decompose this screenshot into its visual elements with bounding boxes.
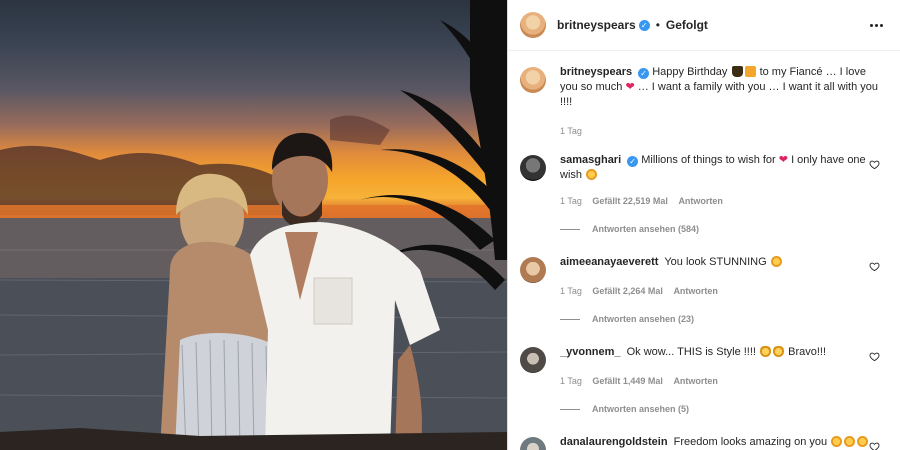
like-heart-icon[interactable] xyxy=(869,441,880,450)
like-heart-icon[interactable] xyxy=(869,261,880,272)
caption-username[interactable]: britneyspears xyxy=(560,66,632,78)
reply-button[interactable]: Antworten xyxy=(673,376,718,386)
comments-list: britneyspears ✓ Happy Birthday to my Fian… xyxy=(508,51,900,450)
commenter-avatar[interactable] xyxy=(520,155,546,181)
post-header: britneyspears ✓ • Gefolgt xyxy=(508,0,900,51)
commenter-avatar[interactable] xyxy=(520,347,546,373)
crown-emoji-icon xyxy=(731,66,743,77)
view-replies-label: Antworten ansehen (23) xyxy=(592,314,695,324)
comment-likes[interactable]: Gefällt 22,519 Mal xyxy=(592,196,668,206)
comment-text-1: Millions of things to wish for xyxy=(641,154,776,166)
more-options-icon[interactable] xyxy=(870,18,886,32)
star-struck-emoji-icon xyxy=(586,169,598,180)
comment-username[interactable]: _yvonnem_ xyxy=(560,346,621,358)
comment-text-1: Ok wow... THIS is Style !!!! xyxy=(626,346,756,358)
clapping-hands-emoji-icon xyxy=(760,346,772,357)
like-heart-icon[interactable] xyxy=(869,159,880,170)
comment-likes[interactable]: Gefällt 2,264 Mal xyxy=(592,286,663,296)
red-heart-emoji-icon: ❤ xyxy=(778,154,788,166)
comments-panel: britneyspears ✓ • Gefolgt britneyspears ✓… xyxy=(508,0,900,450)
comment-time[interactable]: 1 Tag xyxy=(560,196,582,206)
view-replies-button[interactable]: Antworten ansehen (5) xyxy=(560,402,880,417)
commenter-avatar[interactable] xyxy=(520,257,546,283)
view-replies-button[interactable]: Antworten ansehen (23) xyxy=(560,312,880,327)
comment-item: samasghari ✓ Millions of things to wish f… xyxy=(520,153,888,237)
follow-status-button[interactable]: Gefolgt xyxy=(666,18,708,32)
comment-time[interactable]: 1 Tag xyxy=(560,286,582,296)
view-replies-label: Antworten ansehen (584) xyxy=(592,224,700,234)
author-avatar[interactable] xyxy=(520,12,546,38)
comment-text: Freedom looks amazing on you xyxy=(673,436,828,448)
photo-scene xyxy=(0,0,507,450)
comment-text-2: Bravo!!! xyxy=(788,346,827,358)
comment-item: danalaurengoldstein Freedom looks amazin… xyxy=(520,435,888,450)
red-heart-emoji-icon: ❤ xyxy=(625,81,635,93)
verified-badge-icon: ✓ xyxy=(627,156,639,167)
comment-time[interactable]: 1 Tag xyxy=(560,376,582,386)
caption-time[interactable]: 1 Tag xyxy=(560,126,582,136)
comment-username[interactable]: samasghari xyxy=(560,154,621,166)
star-struck-emoji-icon xyxy=(857,436,869,447)
star-struck-emoji-icon xyxy=(831,436,843,447)
author-avatar[interactable] xyxy=(520,67,546,93)
verified-badge-icon: ✓ xyxy=(638,19,650,31)
commenter-avatar[interactable] xyxy=(520,437,546,450)
comment-item: _yvonnem_ Ok wow... THIS is Style !!!! B… xyxy=(520,345,888,417)
reply-button[interactable]: Antworten xyxy=(673,286,718,296)
replies-line xyxy=(560,409,580,410)
comment-username[interactable]: aimeeanayaeverett xyxy=(560,256,658,268)
like-heart-icon[interactable] xyxy=(869,351,880,362)
reply-button[interactable]: Antworten xyxy=(678,196,723,206)
post-caption: britneyspears ✓ Happy Birthday to my Fian… xyxy=(520,65,888,139)
person-man xyxy=(250,132,440,450)
view-replies-label: Antworten ansehen (5) xyxy=(592,404,690,414)
comment-username[interactable]: danalaurengoldstein xyxy=(560,436,668,448)
replies-line xyxy=(560,229,580,230)
replies-line xyxy=(560,319,580,320)
author-username[interactable]: britneyspears xyxy=(557,18,636,32)
comment-likes[interactable]: Gefällt 1,449 Mal xyxy=(592,376,663,386)
star-struck-emoji-icon xyxy=(844,436,856,447)
verified-badge-icon: ✓ xyxy=(638,68,650,79)
post-photo xyxy=(0,0,507,450)
star-struck-emoji-icon xyxy=(770,256,782,267)
comment-text: You look STUNNING xyxy=(664,256,767,268)
gift-emoji-icon xyxy=(744,66,756,77)
separator-dot: • xyxy=(655,18,660,32)
comment-item: aimeeanayaeverett You look STUNNING 1 Ta… xyxy=(520,255,888,327)
view-replies-button[interactable]: Antworten ansehen (584) xyxy=(560,222,880,237)
caption-text-1: Happy Birthday xyxy=(652,66,728,78)
clapping-hands-emoji-icon xyxy=(773,346,785,357)
